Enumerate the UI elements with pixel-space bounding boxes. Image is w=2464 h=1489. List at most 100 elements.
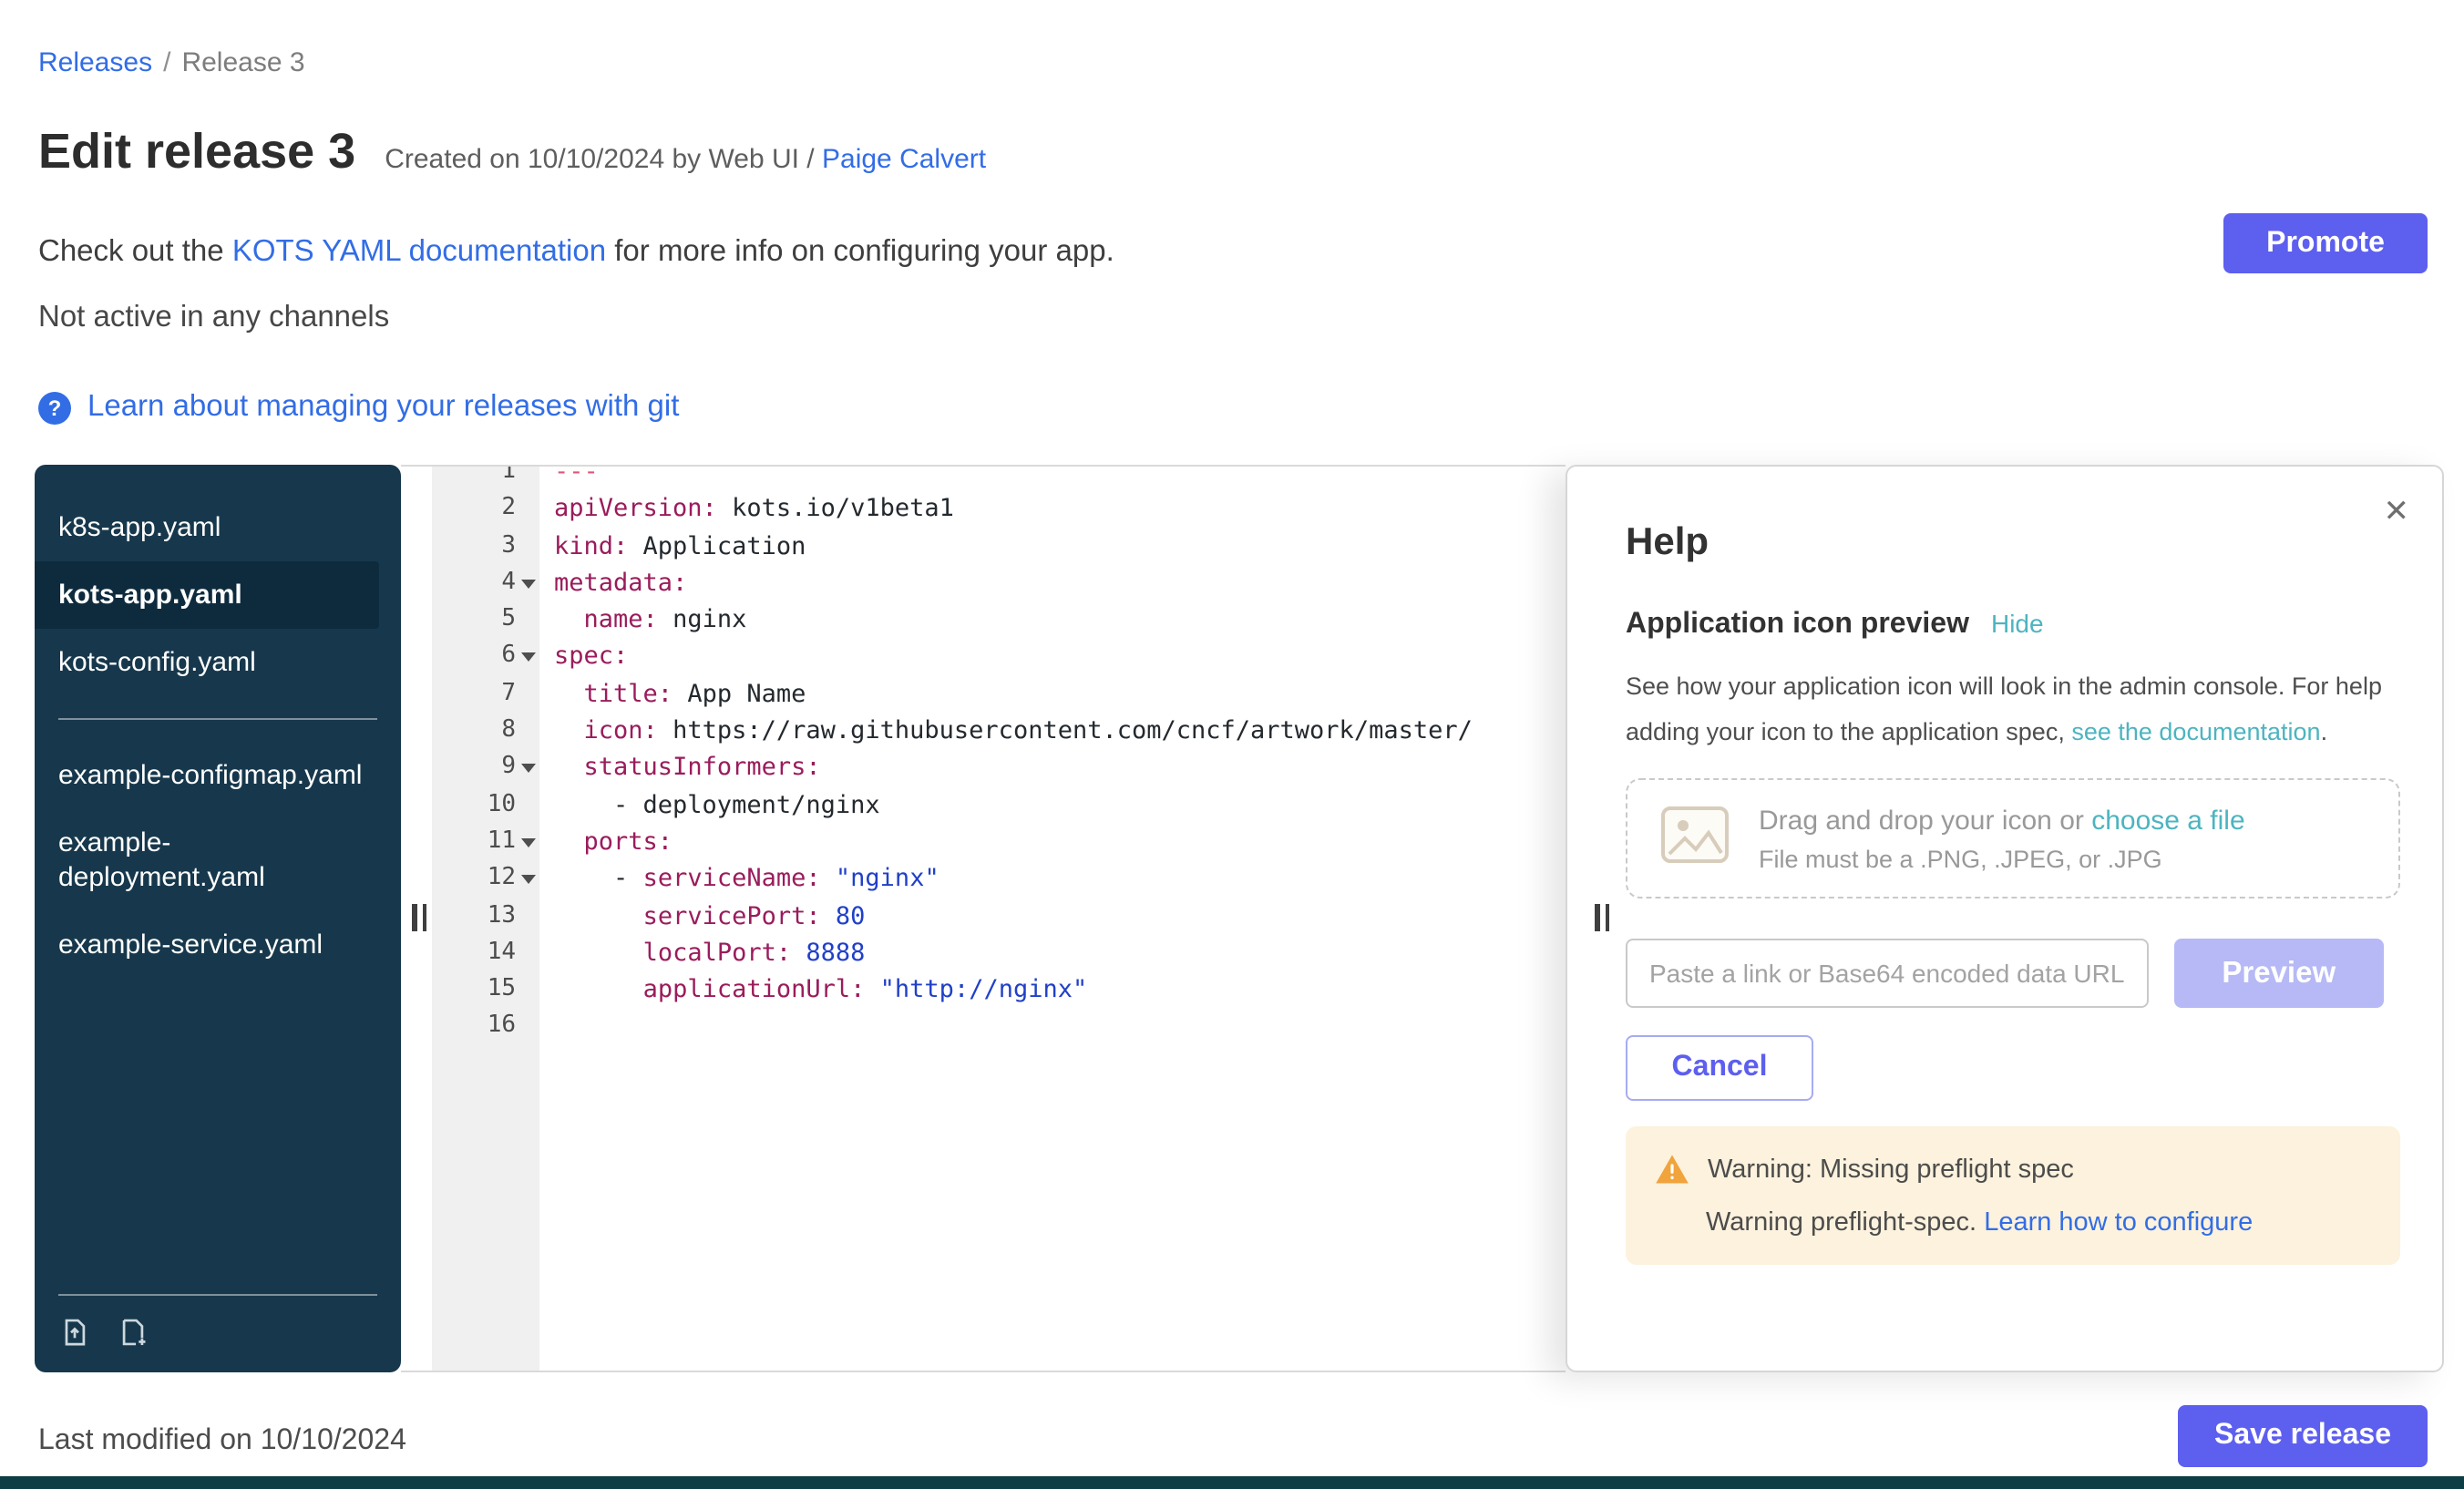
bottom-bar [0,1476,2464,1489]
resize-handle-left[interactable] [412,904,426,931]
gutter-line-12: 12 [432,861,539,899]
file-item-example-service.yaml[interactable]: example-service.yaml [35,911,401,979]
hide-link[interactable]: Hide [1991,609,2044,638]
gutter-line-13: 13 [432,898,539,935]
gutter-line-9: 9 [432,750,539,787]
last-modified: Last modified on 10/10/2024 [38,1425,406,1458]
channel-status: Not active in any channels [38,301,389,335]
code-line-16[interactable] [554,1009,1566,1046]
code-line-14[interactable]: localPort: 8888 [554,935,1566,972]
file-item-k8s-app.yaml[interactable]: k8s-app.yaml [35,494,401,561]
warning-title: Warning: Missing preflight spec [1708,1155,2074,1184]
upload-file-icon[interactable] [58,1316,91,1349]
yaml-editor[interactable]: 12345678910111213141516 ---apiVersion: k… [401,465,1566,1372]
code-line-12[interactable]: - serviceName: "nginx" [554,861,1566,899]
promote-button[interactable]: Promote [2223,213,2428,273]
warning-box: Warning: Missing preflight spec Warning … [1626,1126,2400,1265]
code-line-8[interactable]: icon: https://raw.githubusercontent.com/… [554,713,1566,750]
gutter-line-2: 2 [432,491,539,529]
git-releases-link[interactable]: Learn about managing your releases with … [87,390,679,425]
fold-arrow-icon[interactable] [521,876,536,885]
sidebar-divider [58,1294,377,1296]
file-group-divider [58,718,377,720]
gutter-line-3: 3 [432,528,539,565]
dropzone-instruction: Drag and drop your icon or [1759,805,2091,836]
editor-code-lines: ---apiVersion: kots.io/v1beta1kind: Appl… [539,467,1566,1046]
icon-dropzone[interactable]: Drag and drop your icon or choose a file… [1626,778,2400,899]
kots-doc-link[interactable]: KOTS YAML documentation [232,235,606,268]
gutter-line-8: 8 [432,713,539,750]
gutter-line-15: 15 [432,971,539,1009]
gutter-line-5: 5 [432,601,539,639]
breadcrumb-current: Release 3 [181,47,304,78]
code-line-15[interactable]: applicationUrl: "http://nginx" [554,971,1566,1009]
gutter-line-7: 7 [432,676,539,714]
close-icon[interactable]: ✕ [2384,494,2410,530]
icon-preview-section-header: Application icon preview Hide [1626,609,2384,642]
file-item-example-configmap.yaml[interactable]: example-configmap.yaml [35,742,401,809]
file-requirements: File must be a .PNG, .JPEG, or .JPG [1759,845,2245,872]
new-file-icon[interactable] [117,1316,149,1349]
code-line-3[interactable]: kind: Application [554,528,1566,565]
help-panel: ✕ Help Application icon preview Hide See… [1566,465,2444,1372]
code-line-11[interactable]: ports: [554,824,1566,861]
page-title: Edit release 3 [38,124,355,180]
image-placeholder-icon [1660,805,1730,872]
help-description-suffix: . [2321,718,2328,745]
gutter-line-4: 4 [432,565,539,602]
doc-note: Check out the KOTS YAML documentation fo… [38,235,1114,270]
created-info: Created on 10/10/2024 by Web UI / Paige … [385,144,986,175]
code-line-2[interactable]: apiVersion: kots.io/v1beta1 [554,491,1566,529]
help-description: See how your application icon will look … [1626,663,2400,755]
warning-text: Warning preflight-spec. [1706,1208,1984,1237]
code-line-1[interactable]: --- [554,467,1566,491]
fold-arrow-icon[interactable] [521,765,536,774]
file-item-example-deployment.yaml[interactable]: example-deployment.yaml [35,809,401,911]
title-row: Edit release 3 Created on 10/10/2024 by … [38,124,986,180]
cancel-button[interactable]: Cancel [1626,1035,1813,1101]
git-help-row: ? Learn about managing your releases wit… [38,390,679,425]
gutter-line-14: 14 [432,935,539,972]
file-item-kots-app.yaml[interactable]: kots-app.yaml [35,561,379,629]
fold-arrow-icon[interactable] [521,580,536,589]
breadcrumb: Releases / Release 3 [38,47,305,78]
see-documentation-link[interactable]: see the documentation [2071,718,2320,745]
code-line-13[interactable]: servicePort: 80 [554,898,1566,935]
fold-arrow-icon[interactable] [521,838,536,847]
icon-url-row: Preview [1626,939,2384,1008]
resize-handle-right[interactable] [1595,904,1609,931]
editor-code[interactable]: ---apiVersion: kots.io/v1beta1kind: Appl… [539,467,1566,1371]
icon-preview-title: Application icon preview [1626,609,1969,642]
gutter-line-1: 1 [432,467,539,491]
sidebar-actions [35,1272,401,1372]
warning-icon [1655,1154,1689,1185]
code-line-7[interactable]: title: App Name [554,676,1566,714]
configure-preflight-link[interactable]: Learn how to configure [1984,1208,2253,1237]
breadcrumb-releases-link[interactable]: Releases [38,47,152,78]
code-line-5[interactable]: name: nginx [554,601,1566,639]
file-sidebar: k8s-app.yamlkots-app.yamlkots-config.yam… [35,465,401,1372]
breadcrumb-separator: / [163,47,170,78]
code-line-6[interactable]: spec: [554,639,1566,676]
editor-gutter: 12345678910111213141516 [432,467,539,1371]
preview-button[interactable]: Preview [2174,939,2384,1008]
fold-arrow-icon[interactable] [521,653,536,662]
release-editor-workspace: k8s-app.yamlkots-app.yamlkots-config.yam… [35,465,2444,1372]
created-text: Created on 10/10/2024 by Web UI / [385,144,814,175]
code-line-4[interactable]: metadata: [554,565,1566,602]
choose-file-link[interactable]: choose a file [2091,805,2244,836]
file-list: k8s-app.yamlkots-app.yamlkots-config.yam… [35,465,401,979]
edit-release-page: Releases / Release 3 Edit release 3 Create… [0,0,2464,1489]
file-item-kots-config.yaml[interactable]: kots-config.yaml [35,629,401,696]
code-line-9[interactable]: statusInformers: [554,750,1566,787]
question-mark-icon[interactable]: ? [38,391,71,424]
editor-gutter-lines: 12345678910111213141516 [432,467,539,1046]
help-title: Help [1626,521,2384,565]
gutter-line-6: 6 [432,639,539,676]
save-release-button[interactable]: Save release [2178,1405,2428,1467]
gutter-line-16: 16 [432,1009,539,1046]
code-line-10[interactable]: - deployment/nginx [554,786,1566,824]
icon-url-input[interactable] [1626,939,2149,1008]
doc-note-suffix: for more info on configuring your app. [606,235,1114,268]
author-link[interactable]: Paige Calvert [822,144,986,175]
